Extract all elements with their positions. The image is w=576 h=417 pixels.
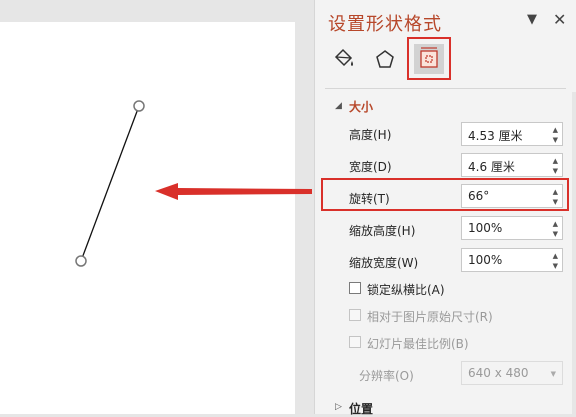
height-input[interactable]: 4.53 厘米 ▲ ▼	[461, 122, 563, 146]
scale-height-input[interactable]: 100% ▲ ▼	[461, 216, 563, 240]
section-position-title[interactable]: 位置	[349, 400, 373, 417]
spin-up-icon[interactable]: ▲	[553, 126, 558, 134]
pane-title: 设置形状格式	[328, 14, 442, 35]
width-label: 宽度(D)	[349, 160, 392, 174]
resolution-select[interactable]: 640 x 480 ▼	[461, 361, 563, 385]
paint-bucket-icon[interactable]	[329, 44, 359, 74]
spin-up-icon[interactable]: ▲	[553, 220, 558, 228]
chevron-down-icon[interactable]: ▼	[527, 12, 537, 27]
relative-original-checkbox[interactable]	[349, 309, 361, 321]
best-scale-label: 幻灯片最佳比例(B)	[367, 337, 469, 351]
pane-separator	[325, 88, 566, 89]
caret-right-icon[interactable]: ▷	[335, 402, 342, 412]
spin-down-icon[interactable]: ▼	[553, 167, 558, 175]
scale-height-value: 100%	[468, 221, 503, 235]
caret-down-icon[interactable]: ◢	[335, 101, 342, 111]
width-input[interactable]: 4.6 厘米 ▲ ▼	[461, 153, 563, 177]
height-label: 高度(H)	[349, 128, 392, 142]
lock-aspect-checkbox[interactable]	[349, 282, 361, 294]
relative-original-label: 相对于图片原始尺寸(R)	[367, 310, 493, 324]
line-handle-end[interactable]	[75, 255, 87, 267]
spin-down-icon[interactable]: ▼	[553, 230, 558, 238]
resolution-label: 分辨率(O)	[359, 369, 414, 383]
section-size-title[interactable]: 大小	[349, 98, 373, 115]
line-shape[interactable]	[80, 105, 140, 262]
width-value: 4.6 厘米	[468, 160, 515, 174]
rotation-highlight-box	[321, 178, 569, 211]
best-scale-checkbox[interactable]	[349, 336, 361, 348]
pane-scrollbar[interactable]	[572, 92, 576, 414]
spin-up-icon[interactable]: ▲	[553, 252, 558, 260]
scale-width-label: 缩放宽度(W)	[349, 256, 419, 270]
spin-down-icon[interactable]: ▼	[553, 262, 558, 270]
slide-canvas-area	[0, 0, 314, 414]
spin-up-icon[interactable]: ▲	[553, 157, 558, 165]
tab-highlight-box	[407, 37, 451, 80]
pentagon-icon[interactable]	[370, 44, 400, 74]
line-handle-start[interactable]	[133, 100, 145, 112]
chevron-down-icon[interactable]: ▼	[551, 370, 556, 378]
resolution-value: 640 x 480	[468, 366, 529, 380]
scale-width-input[interactable]: 100% ▲ ▼	[461, 248, 563, 272]
canvas-overlay	[75, 100, 145, 267]
close-icon[interactable]: ✕	[553, 10, 566, 29]
lock-aspect-label: 锁定纵横比(A)	[367, 283, 445, 297]
scale-height-label: 缩放高度(H)	[349, 224, 416, 238]
scale-width-value: 100%	[468, 253, 503, 267]
height-value: 4.53 厘米	[468, 129, 523, 143]
spin-down-icon[interactable]: ▼	[553, 136, 558, 144]
